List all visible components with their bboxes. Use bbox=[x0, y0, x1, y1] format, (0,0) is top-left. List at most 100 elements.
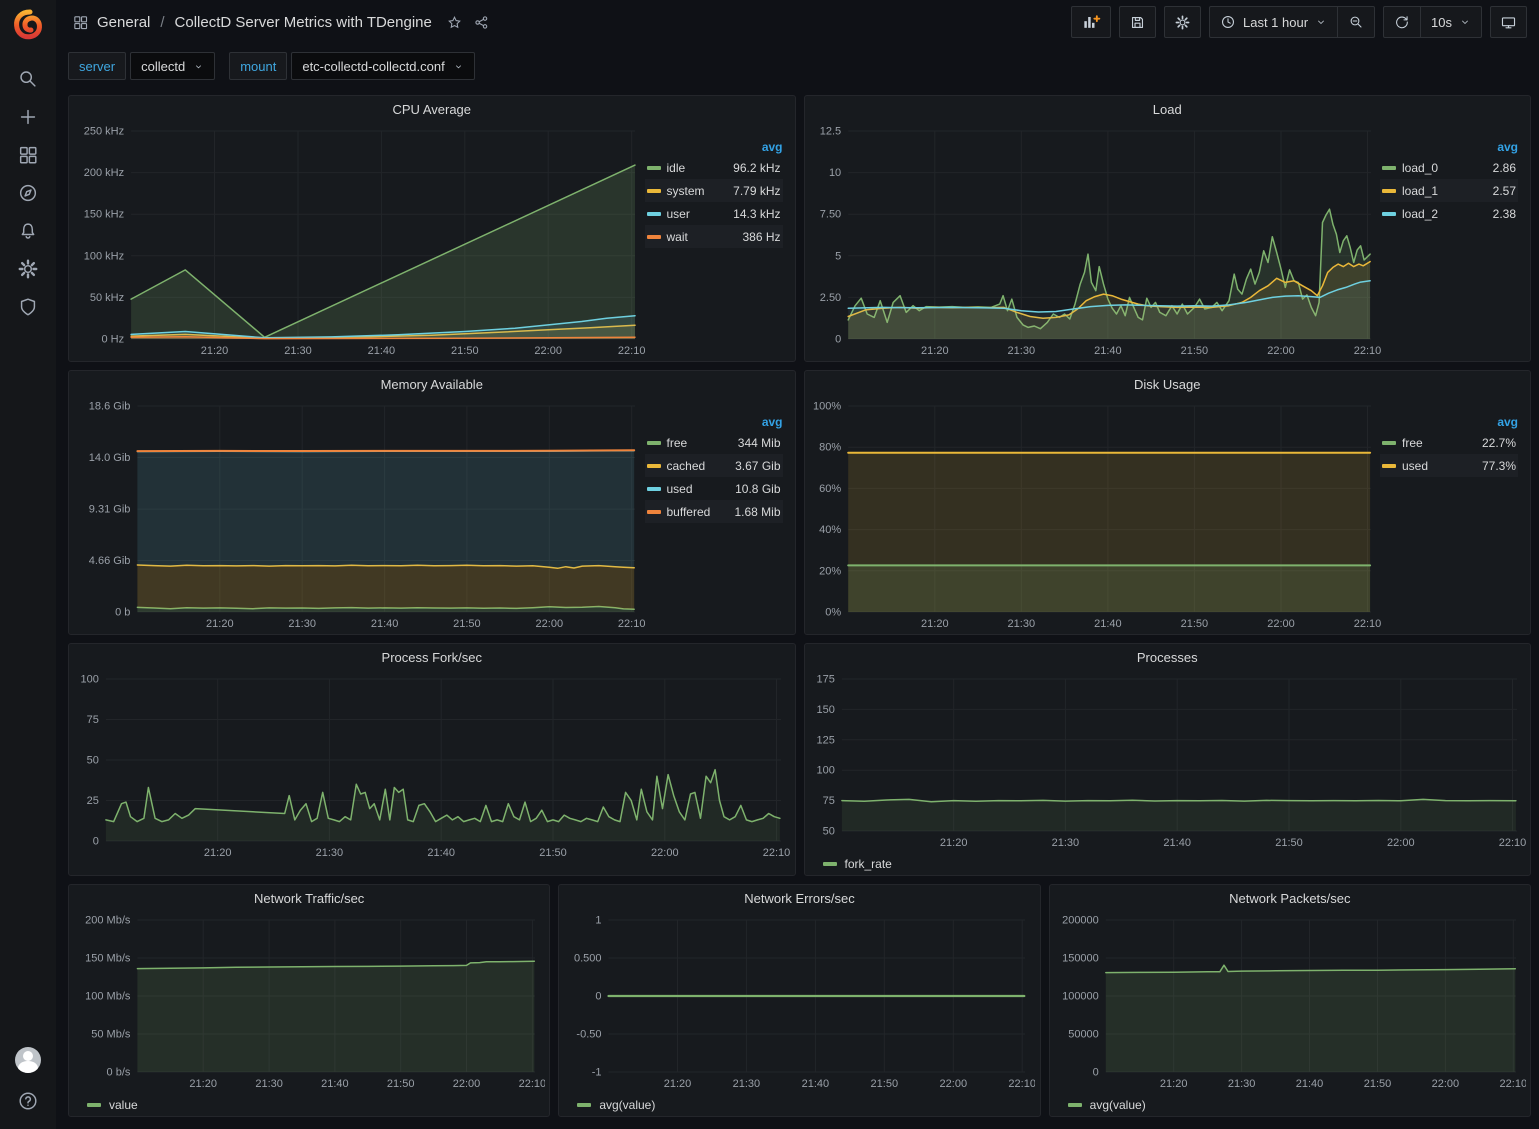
series-color-swatch bbox=[823, 862, 837, 866]
panel-title[interactable]: Disk Usage bbox=[805, 371, 1531, 398]
svg-text:21:40: 21:40 bbox=[1163, 837, 1191, 849]
legend-item-used[interactable]: used77.3% bbox=[1380, 454, 1518, 477]
svg-text:21:20: 21:20 bbox=[921, 345, 949, 357]
cpu-average-chart[interactable]: 0 Hz50 kHz100 kHz150 kHz200 kHz250 kHz21… bbox=[73, 123, 645, 359]
svg-text:22:10: 22:10 bbox=[1353, 345, 1380, 357]
svg-text:250 kHz: 250 kHz bbox=[84, 126, 124, 138]
panel-title[interactable]: Network Errors/sec bbox=[559, 885, 1039, 912]
legend-item-free[interactable]: free22.7% bbox=[1380, 431, 1518, 454]
configuration-icon[interactable] bbox=[8, 250, 48, 288]
legend-item-wait[interactable]: wait386 Hz bbox=[645, 225, 783, 248]
alerting-icon[interactable] bbox=[8, 212, 48, 250]
page-title[interactable]: CollectD Server Metrics with TDengine bbox=[175, 14, 432, 31]
svg-text:75: 75 bbox=[87, 714, 99, 726]
legend-item-cached[interactable]: cached3.67 Gib bbox=[645, 454, 783, 477]
svg-text:21:40: 21:40 bbox=[427, 847, 455, 859]
refresh-interval-picker[interactable]: 10s bbox=[1420, 7, 1481, 37]
search-icon[interactable] bbox=[8, 60, 48, 98]
zoom-out-button[interactable] bbox=[1337, 7, 1374, 37]
svg-text:22:10: 22:10 bbox=[1499, 1078, 1525, 1090]
add-icon[interactable] bbox=[8, 98, 48, 136]
svg-text:100 Mb/s: 100 Mb/s bbox=[85, 991, 131, 1003]
dashboards-icon[interactable] bbox=[8, 136, 48, 174]
svg-text:22:00: 22:00 bbox=[651, 847, 679, 859]
legend-item-system[interactable]: system7.79 kHz bbox=[645, 179, 783, 202]
series-color-swatch bbox=[647, 441, 661, 445]
svg-text:5: 5 bbox=[835, 250, 841, 262]
clock-icon bbox=[1220, 14, 1236, 30]
svg-text:21:20: 21:20 bbox=[206, 618, 234, 630]
legend-item-avg-value[interactable]: avg(value) bbox=[1050, 1094, 1530, 1116]
svg-text:21:50: 21:50 bbox=[1180, 618, 1208, 630]
kiosk-mode-button[interactable] bbox=[1490, 6, 1527, 38]
memory-available-chart[interactable]: 0 b4.66 Gib9.31 Gib14.0 Gib18.6 Gib21:20… bbox=[73, 398, 645, 632]
server-admin-icon[interactable] bbox=[8, 288, 48, 326]
svg-text:22:10: 22:10 bbox=[618, 345, 645, 357]
legend-item-load2[interactable]: load_22.38 bbox=[1380, 202, 1518, 225]
share-icon[interactable] bbox=[473, 14, 490, 31]
process-fork-chart[interactable]: 025507510021:2021:3021:4021:5022:0022:10 bbox=[73, 671, 791, 861]
star-icon[interactable] bbox=[446, 14, 463, 31]
svg-text:0: 0 bbox=[835, 334, 841, 346]
series-color-swatch bbox=[1068, 1103, 1082, 1107]
svg-text:0.500: 0.500 bbox=[574, 953, 602, 965]
variable-server-select[interactable]: collectd bbox=[130, 52, 215, 80]
legend-item-fork-rate[interactable]: fork_rate bbox=[805, 853, 1531, 875]
svg-text:12.5: 12.5 bbox=[819, 126, 840, 138]
legend-item-load0[interactable]: load_02.86 bbox=[1380, 156, 1518, 179]
chevron-down-icon bbox=[1459, 16, 1471, 28]
panel-title[interactable]: Network Packets/sec bbox=[1050, 885, 1530, 912]
avatar[interactable] bbox=[15, 1047, 41, 1073]
svg-text:100000: 100000 bbox=[1062, 991, 1099, 1003]
svg-text:75: 75 bbox=[822, 795, 834, 807]
network-errors-chart[interactable]: -1-0.5000.500121:2021:3021:4021:5022:002… bbox=[563, 912, 1035, 1092]
svg-text:0: 0 bbox=[1092, 1067, 1098, 1079]
dashboard-settings-button[interactable] bbox=[1164, 6, 1201, 38]
legend-item-avg-value[interactable]: avg(value) bbox=[559, 1094, 1039, 1116]
time-range-picker[interactable]: Last 1 hour bbox=[1210, 7, 1337, 37]
load-chart[interactable]: 02.5057.501012.521:2021:3021:4021:5022:0… bbox=[809, 123, 1381, 359]
legend-item-load1[interactable]: load_12.57 bbox=[1380, 179, 1518, 202]
svg-text:200 Mb/s: 200 Mb/s bbox=[85, 915, 131, 927]
svg-text:0%: 0% bbox=[825, 607, 841, 619]
svg-text:20%: 20% bbox=[819, 565, 841, 577]
panel-title[interactable]: Process Fork/sec bbox=[69, 644, 795, 671]
svg-text:100 kHz: 100 kHz bbox=[84, 250, 124, 262]
svg-text:14.0 Gib: 14.0 Gib bbox=[89, 452, 131, 464]
panel-legend: avg idle96.2 kHz system7.79 kHz user14.3… bbox=[645, 123, 791, 359]
sidebar bbox=[0, 0, 56, 1129]
disk-usage-chart[interactable]: 0%20%40%60%80%100%21:2021:3021:4021:5022… bbox=[809, 398, 1381, 632]
legend-item-buffered[interactable]: buffered1.68 Mib bbox=[645, 500, 783, 523]
panel-title[interactable]: Memory Available bbox=[69, 371, 795, 398]
legend-item-used[interactable]: used10.8 Gib bbox=[645, 477, 783, 500]
processes-chart[interactable]: 507510012515017521:2021:3021:4021:5022:0… bbox=[809, 671, 1527, 851]
breadcrumb-section[interactable]: General bbox=[97, 14, 150, 31]
panel-disk-usage: Disk Usage 0%20%40%60%80%100%21:2021:302… bbox=[804, 370, 1532, 635]
network-traffic-chart[interactable]: 0 b/s50 Mb/s100 Mb/s150 Mb/s200 Mb/s21:2… bbox=[73, 912, 545, 1092]
svg-text:21:30: 21:30 bbox=[284, 345, 312, 357]
refresh-button[interactable] bbox=[1384, 7, 1420, 37]
legend-item-value[interactable]: value bbox=[69, 1094, 549, 1116]
panel-title[interactable]: Network Traffic/sec bbox=[69, 885, 549, 912]
variable-mount-select[interactable]: etc-collectd-collectd.conf bbox=[291, 52, 474, 80]
svg-text:22:00: 22:00 bbox=[1431, 1078, 1459, 1090]
panel-title[interactable]: CPU Average bbox=[69, 96, 795, 123]
panel-title[interactable]: Load bbox=[805, 96, 1531, 123]
series-color-swatch bbox=[1382, 441, 1396, 445]
save-dashboard-button[interactable] bbox=[1119, 6, 1156, 38]
toolbar: Last 1 hour 10s bbox=[1071, 6, 1527, 38]
legend-item-free[interactable]: free344 Mib bbox=[645, 431, 783, 454]
svg-text:21:40: 21:40 bbox=[371, 618, 399, 630]
explore-icon[interactable] bbox=[8, 174, 48, 212]
add-panel-button[interactable] bbox=[1071, 6, 1111, 38]
variable-mount: mount etc-collectd-collectd.conf bbox=[229, 52, 474, 80]
grafana-logo[interactable] bbox=[11, 8, 45, 42]
legend-avg-header: avg bbox=[762, 140, 783, 154]
legend-item-user[interactable]: user14.3 kHz bbox=[645, 202, 783, 225]
svg-text:200000: 200000 bbox=[1062, 915, 1099, 927]
panel-title[interactable]: Processes bbox=[805, 644, 1531, 671]
network-packets-chart[interactable]: 05000010000015000020000021:2021:3021:402… bbox=[1054, 912, 1526, 1092]
svg-text:21:30: 21:30 bbox=[733, 1078, 761, 1090]
legend-item-idle[interactable]: idle96.2 kHz bbox=[645, 156, 783, 179]
help-icon[interactable] bbox=[8, 1087, 48, 1115]
